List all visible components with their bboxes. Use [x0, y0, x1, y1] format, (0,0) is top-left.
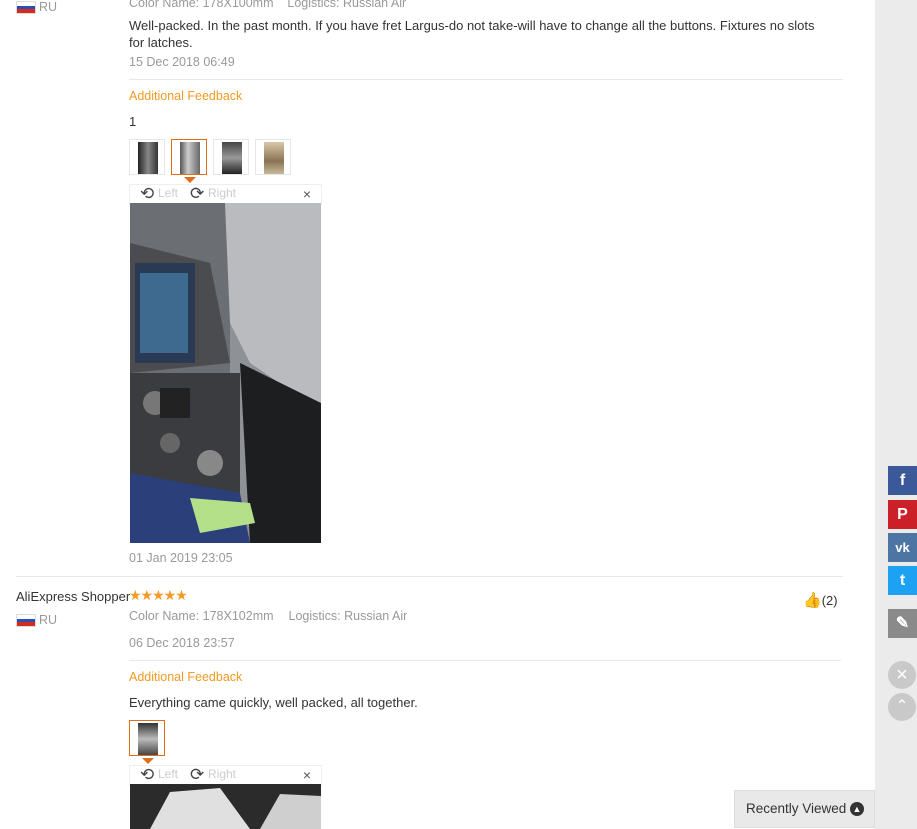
divider — [129, 660, 841, 661]
selected-caret-icon — [184, 177, 196, 183]
color-value: 178X102mm — [202, 609, 274, 623]
rotate-right-icon: ⟳ — [190, 184, 205, 203]
review-text: Well-packed. In the past month. If you h… — [129, 18, 815, 50]
rotate-right-label: Right — [208, 767, 237, 782]
chevron-up-icon: ▲ — [850, 802, 864, 816]
review-date: 15 Dec 2018 06:49 — [129, 55, 235, 69]
flag-ru-icon — [16, 614, 36, 627]
review-country: RU — [39, 0, 58, 14]
logistics-label: Logistics: — [288, 609, 341, 623]
close-viewer-icon[interactable]: × — [303, 186, 311, 202]
image-viewer-toolbar: ⟲ Left ⟳ Right × — [129, 184, 322, 205]
review-divider — [16, 576, 843, 577]
recently-viewed-label: Recently Viewed — [746, 801, 847, 816]
additional-feedback-label: Additional Feedback — [129, 89, 243, 103]
image-viewer-toolbar: ⟲ Left ⟳ Right × — [129, 765, 322, 786]
thumbs-up-icon: 👍 — [803, 592, 822, 609]
vk-icon: vk — [895, 540, 910, 555]
divider — [129, 79, 843, 80]
rotate-left-icon: ⟲ — [140, 184, 155, 203]
dashboard-photo — [130, 203, 321, 543]
rotate-right-button[interactable]: ⟳ Right — [190, 185, 236, 203]
additional-feedback-date: 01 Jan 2019 23:05 — [129, 551, 233, 565]
additional-feedback-text: 1 — [129, 114, 137, 129]
package-photo — [130, 784, 321, 829]
facebook-share-button[interactable]: f — [888, 466, 917, 495]
review-meta: Color Name: 178X100mm Logistics: Russian… — [129, 0, 407, 10]
review-date: 06 Dec 2018 23:57 — [129, 636, 235, 650]
pinterest-share-button[interactable]: P — [888, 500, 917, 529]
additional-feedback-text: Everything came quickly, well packed, al… — [129, 695, 418, 710]
chevron-up-icon: ⌃ — [895, 698, 909, 715]
review-author: AliExpress Shopper — [16, 589, 131, 604]
close-sidebar-button[interactable]: × — [888, 661, 916, 689]
review-country: RU — [39, 613, 58, 627]
review-photo-large[interactable] — [130, 784, 321, 829]
rotate-left-button[interactable]: ⟲ Left — [140, 185, 178, 203]
scroll-top-button[interactable]: ⌃ — [888, 693, 916, 721]
reviews-panel: RU Color Name: 178X100mm Logistics: Russ… — [0, 0, 875, 829]
review-photo-thumb-selected[interactable] — [129, 720, 165, 756]
rotate-left-button[interactable]: ⟲ Left — [140, 766, 178, 784]
review-photo-thumb[interactable] — [129, 139, 165, 175]
rotate-right-icon: ⟳ — [190, 765, 205, 784]
edit-button[interactable]: ✎ — [888, 609, 917, 638]
review-photo-thumb-selected[interactable] — [171, 139, 207, 175]
rotate-right-button[interactable]: ⟳ Right — [190, 766, 236, 784]
pencil-icon: ✎ — [895, 615, 910, 632]
rotate-left-icon: ⟲ — [140, 765, 155, 784]
review-photo-thumb[interactable] — [213, 139, 249, 175]
vk-share-button[interactable]: vk — [888, 533, 917, 562]
stars-icon: ★★★★★ — [129, 587, 188, 603]
close-icon: × — [896, 664, 908, 686]
pinterest-icon: P — [897, 506, 908, 523]
review-meta: Color Name: 178X102mm Logistics: Russian… — [129, 609, 407, 623]
selected-caret-icon — [142, 758, 154, 764]
twitter-icon: t — [899, 572, 906, 589]
helpful-button[interactable]: 👍(2) — [803, 591, 838, 609]
recently-viewed-button[interactable]: Recently Viewed ▲ — [734, 790, 875, 828]
rotate-left-label: Left — [158, 767, 179, 782]
like-count: (2) — [821, 593, 838, 608]
review-photo-large[interactable] — [130, 203, 321, 543]
color-label: Color Name: — [129, 609, 200, 623]
rotate-left-label: Left — [158, 186, 179, 201]
rating-stars: ★★★★★ — [129, 587, 188, 605]
additional-feedback-label: Additional Feedback — [129, 670, 243, 684]
facebook-icon: f — [899, 472, 906, 489]
logistics-value: Russian Air — [344, 609, 408, 623]
review-photo-thumb[interactable] — [255, 139, 291, 175]
close-viewer-icon[interactable]: × — [303, 767, 311, 783]
rotate-right-label: Right — [208, 186, 237, 201]
flag-ru-icon — [16, 1, 36, 14]
twitter-share-button[interactable]: t — [888, 566, 917, 595]
